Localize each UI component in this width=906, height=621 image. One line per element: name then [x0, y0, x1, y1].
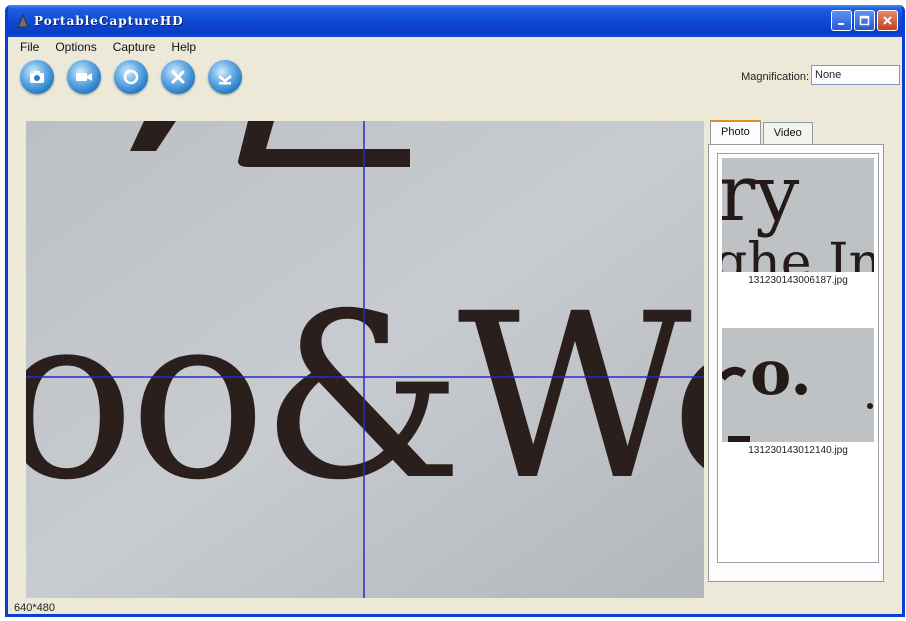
- preview-text: oo&Wo: [26, 264, 704, 530]
- capture-panel: Photo Video ry ghe In 131230143006187.jp…: [704, 118, 902, 588]
- window-controls: [831, 10, 898, 31]
- thumbnail-image: o.: [722, 328, 874, 442]
- thumbnail-list[interactable]: ry ghe In 131230143006187.jpg o. 1312301…: [717, 153, 879, 563]
- magnification-field[interactable]: [811, 65, 900, 85]
- thumbnail-item[interactable]: o. 131230143012140.jpg: [722, 328, 874, 456]
- capture-photo-icon: [30, 71, 44, 83]
- power-button[interactable]: [114, 60, 148, 94]
- save-button[interactable]: [208, 60, 242, 94]
- svg-text:ghe In: ghe In: [722, 233, 874, 272]
- record-video-button[interactable]: [67, 60, 101, 94]
- toolbar: Magnification:: [8, 57, 902, 97]
- close-icon: [883, 16, 892, 25]
- status-bar: 640*480: [8, 598, 902, 614]
- menu-options[interactable]: Options: [47, 40, 104, 54]
- menu-capture[interactable]: Capture: [105, 40, 164, 54]
- svg-text:ry: ry: [722, 158, 799, 239]
- menu-help[interactable]: Help: [163, 40, 204, 54]
- tab-photo[interactable]: Photo: [710, 120, 761, 144]
- app-window: PortableCaptureHD File Options Capture H…: [5, 5, 905, 617]
- power-icon: [123, 69, 139, 85]
- camera-preview[interactable]: oo&Wo: [26, 121, 704, 598]
- tab-content: ry ghe In 131230143006187.jpg o. 1312301…: [708, 144, 884, 582]
- maximize-button[interactable]: [854, 10, 875, 31]
- capture-photo-button[interactable]: [20, 60, 54, 94]
- window-title: PortableCaptureHD: [34, 14, 184, 28]
- record-video-icon: [76, 73, 92, 81]
- magnification-label: Magnification:: [741, 71, 809, 83]
- menu-bar: File Options Capture Help: [8, 37, 902, 57]
- close-button[interactable]: [877, 10, 898, 31]
- tab-strip: Photo Video: [710, 120, 815, 144]
- save-icon: [218, 75, 232, 85]
- thumbnail-filename: 131230143012140.jpg: [748, 445, 848, 456]
- title-bar[interactable]: PortableCaptureHD: [8, 5, 902, 37]
- settings-button[interactable]: [161, 60, 195, 94]
- thumbnail-preview: ry ghe In: [722, 158, 874, 272]
- tab-video[interactable]: Video: [762, 122, 813, 144]
- app-logo-icon: [17, 14, 29, 28]
- thumbnail-item[interactable]: ry ghe In 131230143006187.jpg: [722, 158, 874, 286]
- thumbnail-filename: 131230143006187.jpg: [748, 275, 848, 286]
- minimize-button[interactable]: [831, 10, 852, 31]
- resolution-status: 640*480: [14, 602, 55, 614]
- preview-image: oo&Wo: [26, 121, 704, 598]
- minimize-icon: [838, 23, 844, 25]
- thumbnail-image: ry ghe In: [722, 158, 874, 272]
- settings-icon: [171, 70, 185, 84]
- svg-text:o.: o.: [750, 336, 812, 409]
- thumbnail-preview: o.: [722, 328, 874, 442]
- maximize-icon: [859, 15, 870, 26]
- menu-file[interactable]: File: [12, 40, 47, 54]
